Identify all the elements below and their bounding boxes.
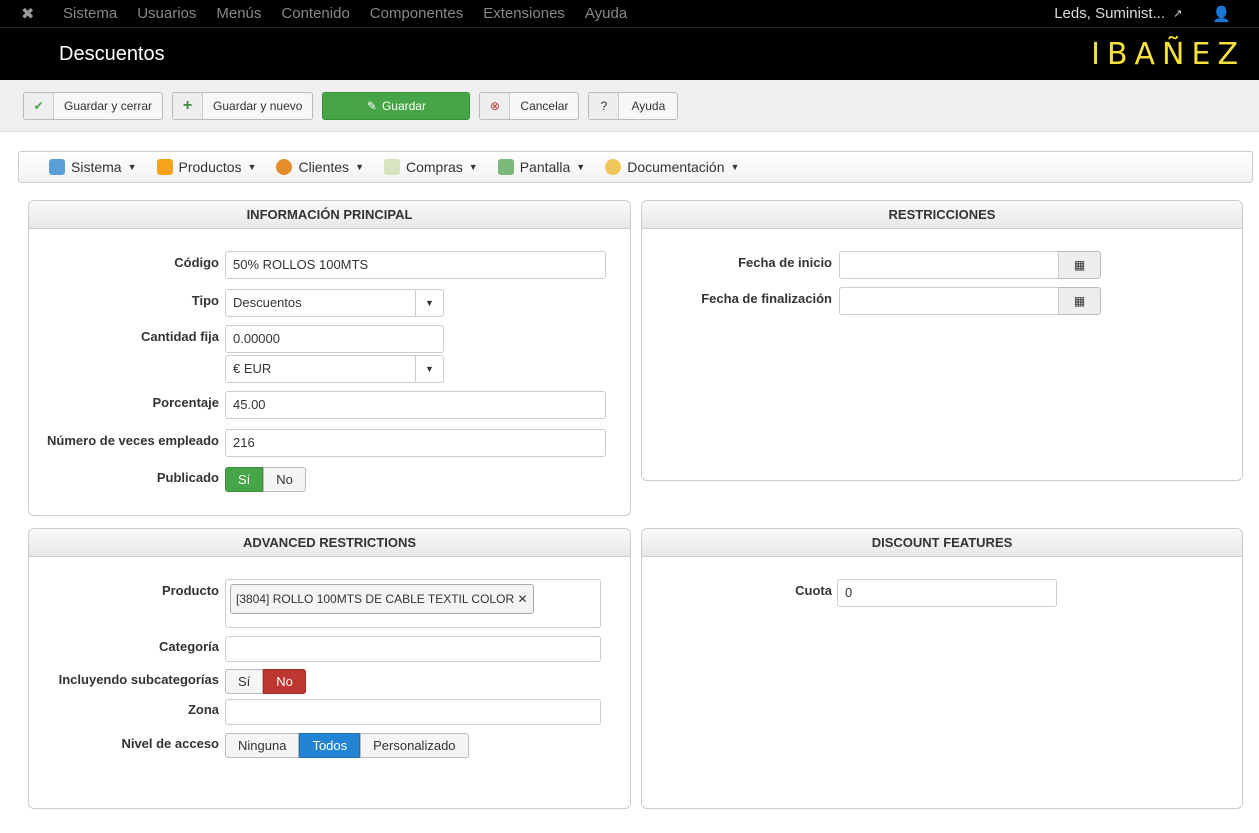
document-icon <box>383 159 400 175</box>
menu-compras[interactable]: Compras ▼ <box>383 159 478 175</box>
nivel-toggle: Ninguna Todos Personalizado <box>225 733 469 758</box>
chip-label: [3804] ROLLO 100MTS DE CABLE TEXTIL COLO… <box>236 592 515 606</box>
publicado-no[interactable]: No <box>263 467 306 492</box>
cantidad-label: Cantidad fija <box>140 329 219 344</box>
porcentaje-input[interactable]: 45.00 <box>225 391 606 419</box>
users-icon <box>276 159 293 175</box>
currency-value: € EUR <box>233 361 272 376</box>
nivel-personalizado[interactable]: Personalizado <box>360 733 469 758</box>
veces-input[interactable]: 216 <box>225 429 606 457</box>
producto-label: Producto <box>161 583 219 598</box>
top-nav: ✖ Sistema Usuarios Menús Contenido Compo… <box>0 0 1259 28</box>
panel-title: DISCOUNT FEATURES <box>642 529 1242 557</box>
features-panel: DISCOUNT FEATURES Cuota 0 <box>641 528 1243 809</box>
nav-contenido[interactable]: Contenido <box>281 5 349 22</box>
producto-chip: [3804] ROLLO 100MTS DE CABLE TEXTIL COLO… <box>230 584 534 614</box>
external-link-icon: ↗ <box>1173 8 1183 20</box>
screen-icon <box>497 159 514 175</box>
fin-label: Fecha de finalización <box>701 291 832 306</box>
save-button[interactable]: ✎ Guardar <box>322 91 471 120</box>
menu-pantalla[interactable]: Pantalla ▼ <box>497 159 585 175</box>
tipo-label: Tipo <box>191 293 219 308</box>
cuota-input[interactable]: 0 <box>837 579 1057 607</box>
chevron-down-icon: ▼ <box>415 290 443 316</box>
inicio-input[interactable] <box>839 251 1059 279</box>
tipo-select[interactable]: Descuentos ▼ <box>225 289 444 317</box>
menu-documentacion[interactable]: Documentación ▼ <box>605 159 739 175</box>
plus-icon: + <box>173 92 204 119</box>
codigo-input[interactable]: 50% ROLLOS 100MTS <box>225 251 606 279</box>
box-icon <box>156 159 173 175</box>
save-close-button[interactable]: ✔ Guardar y cerrar <box>23 91 164 120</box>
zona-label: Zona <box>187 702 219 717</box>
toolbar: ✔ Guardar y cerrar + Guardar y nuevo ✎ Guar… <box>0 80 1259 132</box>
main-info-panel: INFORMACIÓN PRINCIPAL Código 50% ROLLOS 1… <box>28 200 631 516</box>
nivel-ninguna[interactable]: Ninguna <box>225 733 300 758</box>
zona-input[interactable] <box>225 699 601 725</box>
page-title: Descuentos <box>59 42 165 65</box>
porcentaje-label: Porcentaje <box>152 395 219 410</box>
user-icon[interactable]: 👤 <box>1212 5 1231 23</box>
panel-title: RESTRICCIONES <box>642 201 1242 229</box>
panel-title: ADVANCED RESTRICTIONS <box>29 529 630 557</box>
help-button[interactable]: ? Ayuda <box>588 91 679 120</box>
menu-clientes[interactable]: Clientes ▼ <box>276 159 364 175</box>
check-icon: ✔ <box>24 92 54 119</box>
nav-menus[interactable]: Menús <box>216 5 261 22</box>
nivel-todos[interactable]: Todos <box>299 733 361 758</box>
restrictions-panel: RESTRICCIONES Fecha de inicio ▦ Fecha de … <box>641 200 1243 481</box>
publicado-toggle: Sí No <box>225 467 306 492</box>
component-menu: Sistema ▼ Productos ▼ Clientes ▼ Compras ▼ P… <box>18 151 1253 183</box>
categoria-label: Categoría <box>159 639 219 654</box>
edit-icon: ✎ <box>366 98 377 113</box>
panel-title: INFORMACIÓN PRINCIPAL <box>29 201 630 229</box>
subcategorias-label: Incluyendo subcategorías <box>58 672 219 687</box>
help-icon: ? <box>589 92 620 119</box>
brand-logo: IBAÑEZ <box>1091 36 1245 72</box>
nav-sistema[interactable]: Sistema <box>63 5 117 22</box>
nav-usuarios[interactable]: Usuarios <box>137 5 196 22</box>
remove-icon[interactable]: ✕ <box>517 592 527 606</box>
publicado-label: Publicado <box>156 470 219 485</box>
menu-productos[interactable]: Productos ▼ <box>156 159 256 175</box>
calendar-icon[interactable]: ▦ <box>1059 251 1101 279</box>
categoria-input[interactable] <box>225 636 601 662</box>
site-link[interactable]: Leds, Suminist... <box>1054 5 1165 22</box>
page-header: Descuentos IBAÑEZ <box>0 28 1259 80</box>
tools-icon <box>49 159 65 175</box>
nivel-label: Nivel de acceso <box>121 736 219 751</box>
fin-input[interactable] <box>839 287 1059 315</box>
veces-label: Número de veces empleado <box>47 433 219 448</box>
calendar-icon[interactable]: ▦ <box>1059 287 1101 315</box>
cancel-button[interactable]: ⊗ Cancelar <box>479 91 580 120</box>
currency-select[interactable]: € EUR ▼ <box>225 355 444 383</box>
nav-ayuda[interactable]: Ayuda <box>585 5 627 22</box>
joomla-logo-icon[interactable]: ✖ <box>21 4 43 24</box>
subcategorias-toggle: Sí No <box>225 669 306 694</box>
cancel-icon: ⊗ <box>480 92 511 119</box>
codigo-label: Código <box>174 255 219 270</box>
subcategorias-no[interactable]: No <box>263 669 306 694</box>
producto-input[interactable]: [3804] ROLLO 100MTS DE CABLE TEXTIL COLO… <box>225 579 601 628</box>
tipo-value: Descuentos <box>233 295 302 310</box>
chevron-down-icon: ▼ <box>415 356 443 382</box>
inicio-label: Fecha de inicio <box>738 255 832 270</box>
save-new-button[interactable]: + Guardar y nuevo <box>172 91 314 120</box>
nav-componentes[interactable]: Componentes <box>370 5 463 22</box>
nav-extensiones[interactable]: Extensiones <box>483 5 565 22</box>
publicado-yes[interactable]: Sí <box>225 467 264 492</box>
advanced-panel: ADVANCED RESTRICTIONS Producto [3804] ROL… <box>28 528 631 809</box>
subcategorias-yes[interactable]: Sí <box>225 669 264 694</box>
lifebuoy-icon <box>605 159 622 175</box>
menu-sistema[interactable]: Sistema ▼ <box>49 159 137 175</box>
cantidad-input[interactable]: 0.00000 <box>225 325 444 353</box>
cuota-label: Cuota <box>795 583 832 598</box>
